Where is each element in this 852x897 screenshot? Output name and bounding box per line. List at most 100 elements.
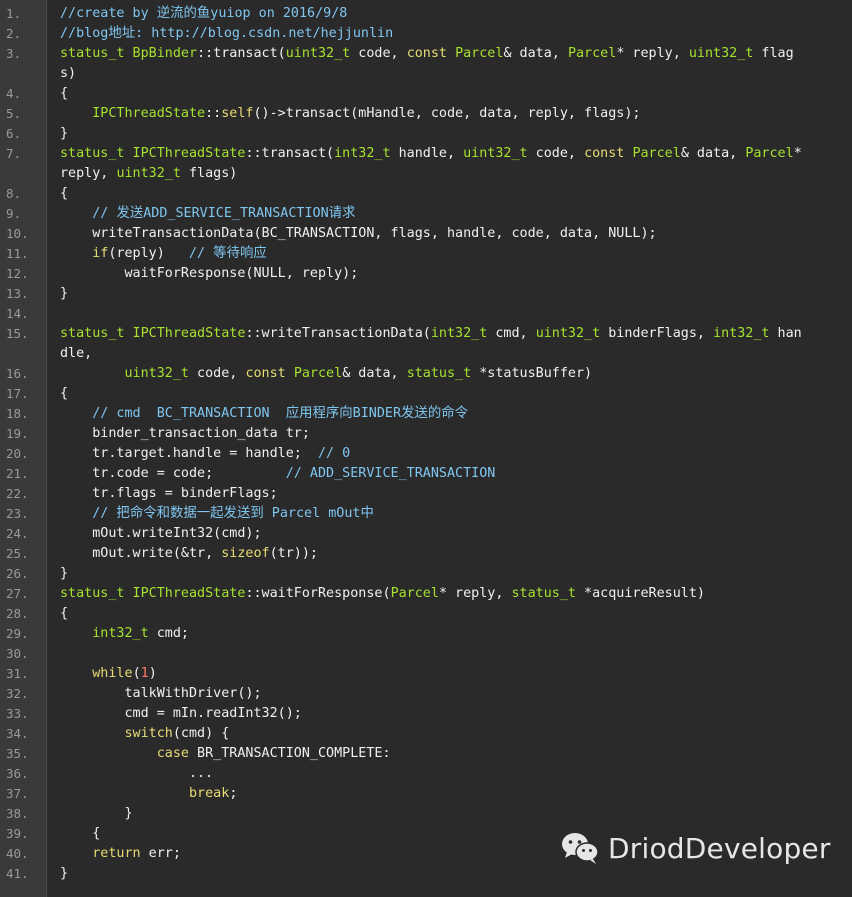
- code-token: (tr));: [269, 546, 318, 561]
- code-line: 26.}: [0, 564, 852, 584]
- line-number: 34.: [6, 726, 29, 741]
- code-token: * reply,: [616, 46, 689, 61]
- code-token: ::writeTransactionData(: [245, 326, 431, 341]
- line-source: //create by 逆流的鱼yuiop on 2016/9/8: [60, 4, 844, 24]
- line-number: 13.: [6, 286, 29, 301]
- line-number: 9.: [6, 206, 22, 221]
- code-line: 9. // 发送ADD_SERVICE_TRANSACTION请求: [0, 204, 852, 224]
- line-number: 28.: [6, 606, 29, 621]
- line-number: 5.: [6, 106, 22, 121]
- code-token: {: [60, 606, 69, 621]
- code-line: 5. IPCThreadState::self()->transact(mHan…: [0, 104, 852, 124]
- code-token: Parcel: [745, 146, 794, 161]
- line-number: 31.: [6, 666, 29, 681]
- code-token: int32_t: [334, 146, 391, 161]
- code-token: ::transact(: [245, 146, 335, 161]
- code-token: tr.target.handle = handle;: [60, 446, 318, 461]
- code-token: status_t: [511, 586, 577, 601]
- code-token: }: [60, 866, 69, 881]
- code-token: BR_TRANSACTION_COMPLETE:: [189, 746, 391, 761]
- code-line: 29. int32_t cmd;: [0, 624, 852, 644]
- line-number: 2.: [6, 26, 22, 41]
- line-number: 24.: [6, 526, 29, 541]
- code-token: {: [60, 826, 101, 841]
- line-number: 6.: [6, 126, 22, 141]
- line-source: binder_transaction_data tr;: [60, 424, 844, 444]
- code-token: int32_t: [713, 326, 770, 341]
- code-token: binderFlags,: [600, 326, 714, 341]
- code-token: Parcel: [293, 366, 343, 381]
- code-line: 14.: [0, 304, 852, 324]
- code-token: tr.code = code;: [60, 466, 286, 481]
- code-token: binder_transaction_data tr;: [60, 426, 310, 441]
- code-token: int32_t: [430, 326, 488, 341]
- code-token: & data,: [680, 146, 746, 161]
- line-source: status_t IPCThreadState::transact(int32_…: [60, 144, 844, 164]
- line-source: if(reply) // 等待响应: [60, 244, 844, 264]
- code-line: 30.: [0, 644, 852, 664]
- code-token: ()->transact(mHandle, code, data, reply,…: [253, 106, 641, 121]
- line-number: 22.: [6, 486, 29, 501]
- code-line: 37. break;: [0, 784, 852, 804]
- line-source: talkWithDriver();: [60, 684, 844, 704]
- code-line: 15. status_t IPCThreadState::writeTransac…: [0, 324, 852, 344]
- line-number: 11.: [6, 246, 29, 261]
- line-source: status_t IPCThreadState::waitForResponse…: [60, 584, 844, 604]
- code-token: handle,: [390, 146, 464, 161]
- line-number: 12.: [6, 266, 29, 281]
- code-token: (cmd) {: [172, 726, 230, 741]
- code-token: }: [60, 806, 133, 821]
- line-number: 27.: [6, 586, 29, 601]
- code-line: 28. {: [0, 604, 852, 624]
- code-line: 23. // 把命令和数据一起发送到 Parcel mOut中: [0, 504, 852, 524]
- code-line: 3. status_t BpBinder::transact(uint32_t c…: [0, 44, 852, 64]
- code-token: mOut.write(&tr,: [60, 546, 222, 561]
- code-token: uint32_t: [688, 46, 754, 61]
- code-line: 25. mOut.write(&tr, sizeof(tr));: [0, 544, 852, 564]
- line-source: waitForResponse(NULL, reply);: [60, 264, 844, 284]
- code-token: status_t BpBinder: [60, 46, 198, 61]
- line-source: reply, uint32_t flags): [60, 164, 844, 184]
- code-token: // 0: [317, 446, 351, 461]
- code-token: ::: [205, 106, 222, 121]
- code-line: 17. {: [0, 384, 852, 404]
- line-source: tr.code = code; // ADD_SERVICE_TRANSACTI…: [60, 464, 844, 484]
- line-source: {: [60, 184, 844, 204]
- code-token: // ADD_SERVICE_TRANSACTION: [285, 466, 496, 481]
- code-token: & data,: [342, 366, 407, 381]
- line-source: // 发送ADD_SERVICE_TRANSACTION请求: [60, 204, 844, 224]
- line-source: writeTransactionData(BC_TRANSACTION, fla…: [60, 224, 844, 244]
- code-token: 1: [140, 666, 149, 681]
- code-editor: 1. //create by 逆流的鱼yuiop on 2016/9/8 2. //b…: [0, 0, 852, 897]
- code-token: dle,: [60, 346, 93, 361]
- code-token: while: [92, 666, 133, 681]
- line-source: mOut.write(&tr, sizeof(tr));: [60, 544, 844, 564]
- code-token: ...: [60, 766, 214, 781]
- code-line: 24. mOut.writeInt32(cmd);: [0, 524, 852, 544]
- code-token: IPCThreadState: [92, 106, 206, 121]
- code-token: tr.flags = binderFlags;: [60, 486, 278, 501]
- line-source: }: [60, 124, 844, 144]
- code-line: 13.}: [0, 284, 852, 304]
- code-token: Parcel: [567, 46, 617, 61]
- code-token: {: [60, 186, 69, 201]
- code-token: break: [189, 786, 230, 801]
- code-line: 22. tr.flags = binderFlags;: [0, 484, 852, 504]
- line-number: 32.: [6, 686, 29, 701]
- code-token: ;: [229, 786, 238, 801]
- code-line: 12. waitForResponse(NULL, reply);: [0, 264, 852, 284]
- line-number: 8.: [6, 186, 22, 201]
- line-source: }: [60, 864, 844, 884]
- line-source: status_t BpBinder::transact(uint32_t cod…: [60, 44, 844, 64]
- code-token: code,: [189, 366, 246, 381]
- code-line: dle,: [0, 344, 852, 364]
- code-token: talkWithDriver();: [60, 686, 262, 701]
- line-number: 14.: [6, 306, 29, 321]
- code-token: const: [406, 46, 447, 61]
- line-number: 36.: [6, 766, 29, 781]
- line-number: 26.: [6, 566, 29, 581]
- line-number: 20.: [6, 446, 29, 461]
